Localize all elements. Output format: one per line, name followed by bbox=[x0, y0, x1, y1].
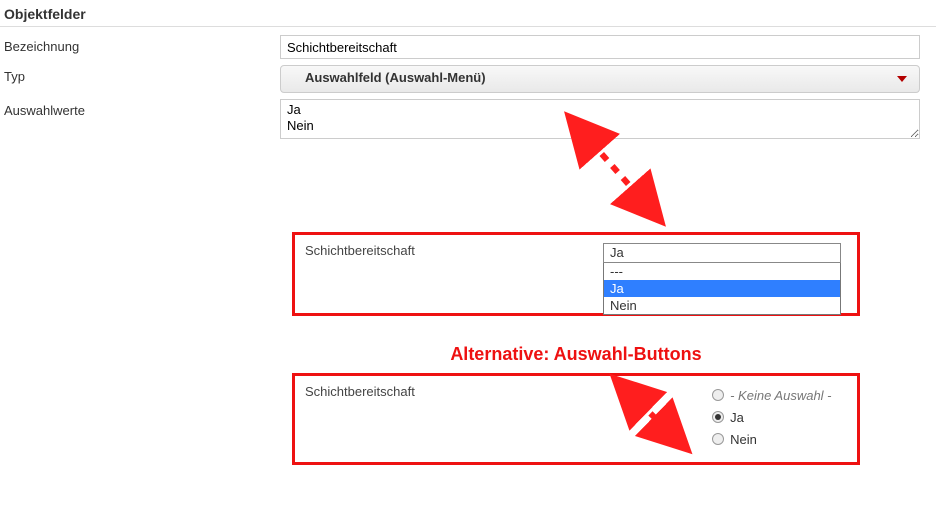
preview-radio-col: - Keine Auswahl - Ja Nein bbox=[592, 384, 847, 454]
radio-option-label: Nein bbox=[730, 432, 757, 447]
radio-icon bbox=[712, 389, 724, 401]
radio-option[interactable]: Ja bbox=[712, 406, 847, 428]
dropdown-option[interactable]: Ja bbox=[604, 280, 840, 297]
input-bezeichnung[interactable] bbox=[280, 35, 920, 59]
label-typ: Typ bbox=[0, 65, 280, 88]
preview-dropdown-wrap: Ja --- Ja Nein bbox=[603, 243, 841, 305]
preview-dropdown-current[interactable]: Ja bbox=[603, 243, 841, 263]
preview-radio-box: Schichtbereitschaft - Keine Auswahl - Ja… bbox=[292, 373, 860, 465]
row-typ: Typ Auswahlfeld (Auswahl-Menü) bbox=[0, 65, 936, 93]
select-typ-value: Auswahlfeld (Auswahl-Menü) bbox=[305, 70, 486, 85]
row-auswahlwerte: Auswahlwerte bbox=[0, 99, 936, 142]
preview-dropdown-label: Schichtbereitschaft bbox=[305, 243, 603, 305]
dropdown-option[interactable]: --- bbox=[604, 263, 840, 280]
textarea-auswahlwerte[interactable] bbox=[280, 99, 920, 139]
radio-option[interactable]: Nein bbox=[712, 428, 847, 450]
radio-icon bbox=[712, 411, 724, 423]
section-title: Objektfelder bbox=[0, 0, 936, 27]
preview-radio-label: Schichtbereitschaft bbox=[305, 384, 592, 454]
dropdown-option[interactable]: Nein bbox=[604, 297, 840, 314]
label-bezeichnung: Bezeichnung bbox=[0, 35, 280, 58]
form-area: Bezeichnung Typ Auswahlfeld (Auswahl-Men… bbox=[0, 27, 936, 142]
radio-option[interactable]: - Keine Auswahl - bbox=[712, 384, 847, 406]
radio-option-label: Ja bbox=[730, 410, 744, 425]
preview-dropdown-box: Schichtbereitschaft Ja --- Ja Nein bbox=[292, 232, 860, 316]
radio-icon bbox=[712, 433, 724, 445]
preview-dropdown-list: --- Ja Nein bbox=[603, 263, 841, 315]
radio-option-label: - Keine Auswahl - bbox=[730, 388, 831, 403]
label-auswahlwerte: Auswahlwerte bbox=[0, 99, 280, 122]
alternative-heading: Alternative: Auswahl-Buttons bbox=[292, 344, 860, 365]
row-bezeichnung: Bezeichnung bbox=[0, 35, 936, 59]
select-typ[interactable]: Auswahlfeld (Auswahl-Menü) bbox=[280, 65, 920, 93]
chevron-down-icon bbox=[897, 76, 907, 82]
